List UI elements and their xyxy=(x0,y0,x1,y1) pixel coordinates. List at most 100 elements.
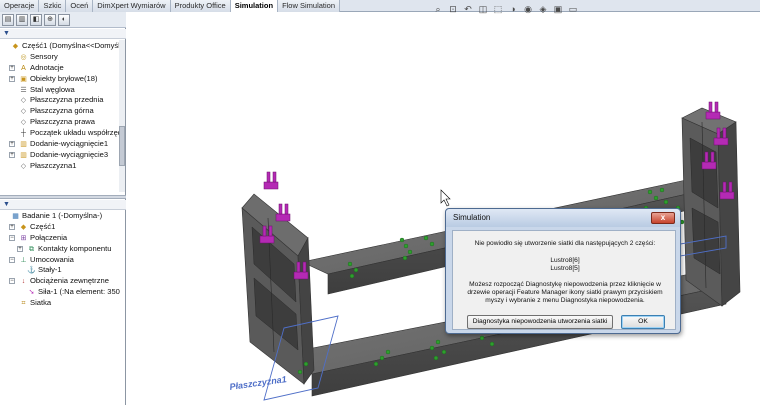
force-icon: ➘ xyxy=(28,289,35,297)
tree-item[interactable]: − ⊥ Umocowania xyxy=(0,255,120,266)
tree-expander-icon[interactable]: − xyxy=(9,234,15,241)
dialog-hint: drzewie operacji Feature Manager ikony s… xyxy=(467,289,663,296)
tab-szkic[interactable]: Szkic xyxy=(39,0,67,12)
mesh-icon: ⌗ xyxy=(21,300,26,308)
tree-item-label: Stal węglowa xyxy=(30,84,75,94)
tree-item-label: Płaszczyzna1 xyxy=(30,160,77,170)
tree-item[interactable]: ◇ Płaszczyzna górna xyxy=(0,106,120,117)
part-icon: ◆ xyxy=(12,43,19,50)
dialog-hint: myszy i wybranie z menu Diagnostyka niep… xyxy=(485,297,645,304)
tree-expander-icon[interactable]: + xyxy=(9,64,15,71)
failure-diagnostics-button[interactable]: Diagnostyka niepowodzenia utworzenia sia… xyxy=(467,315,613,329)
scrollbar-thumb[interactable] xyxy=(119,126,125,166)
tree-item-label: Płaszczyzna górna xyxy=(30,106,94,116)
tree-item-label: Sensory xyxy=(30,51,58,61)
tree-item[interactable]: ◆ Część1 (Domyślna<<Domyśln xyxy=(0,41,120,52)
dialog-message: Nie powiodło się utworzenie siatki dla n… xyxy=(474,240,656,247)
tree-item[interactable]: ⌗ Siatka xyxy=(0,298,120,309)
fixed-icon: ⚓ xyxy=(27,267,36,275)
mouse-cursor-icon xyxy=(440,189,451,207)
tree-item[interactable]: + ◆ Część1 xyxy=(0,222,120,233)
external-load-icon: ↓ xyxy=(21,278,26,286)
tab-flow-simulation[interactable]: Flow Simulation xyxy=(278,0,340,12)
tree-item-label: Część1 xyxy=(30,221,56,231)
dialog-hint: Możesz rozpocząć Diagnostykę niepowodzen… xyxy=(469,281,661,288)
tab-produkty-office[interactable]: Produkty Office xyxy=(170,0,231,12)
tree-item-label: Siatka xyxy=(30,298,52,308)
tree-item[interactable]: − ⊞ Połączenia xyxy=(0,233,120,244)
solid-bodies-icon: ▣ xyxy=(20,75,27,83)
sensor-icon: ◎ xyxy=(20,53,27,61)
tree-item-label: Płaszczyzna prawa xyxy=(30,117,95,127)
tree-item[interactable]: + ⧉ Kontakty komponentu xyxy=(0,244,120,255)
configuration-manager-tab-icon[interactable]: ◧ xyxy=(30,14,42,26)
filter-icon: ▼ xyxy=(3,201,10,208)
tree-item[interactable]: ◇ Płaszczyzna1 xyxy=(0,161,120,172)
tree-item-label: Umocowania xyxy=(30,254,74,264)
tree-expander-icon[interactable]: + xyxy=(9,75,15,82)
tree-item-label: Obciążenia zewnętrzne xyxy=(30,276,109,286)
tree-item[interactable]: ◇ Płaszczyzna przednia xyxy=(0,95,120,106)
tree-item-label: Dodanie-wyciągnięcie1 xyxy=(30,139,109,149)
failed-part: Lustro8[5] xyxy=(550,265,580,272)
tree-item-label: Początek układu współrzęd xyxy=(30,128,120,138)
plane-icon: ◇ xyxy=(20,119,27,127)
contact-icon: ⧉ xyxy=(29,245,34,253)
left-frame xyxy=(241,193,315,385)
tree-item[interactable]: − ↓ Obciążenia zewnętrzne xyxy=(0,276,120,287)
tree-item-label: Połączenia xyxy=(30,232,68,242)
tree-item-label: Kontakty komponentu xyxy=(38,243,112,253)
ok-button[interactable]: OK xyxy=(621,315,665,329)
tree-expander-icon[interactable]: + xyxy=(9,151,15,158)
tree-item[interactable]: + ▣ Obiekty bryłowe(18) xyxy=(0,74,120,85)
tree-expander-icon[interactable]: + xyxy=(9,141,15,148)
dialog-title: Simulation xyxy=(446,209,680,227)
failed-part: Lustro8[6] xyxy=(550,257,580,264)
right-frame xyxy=(681,107,741,307)
mesh-failure-dialog: Simulation x Nie powiodło się utworzenie… xyxy=(445,208,681,334)
tree-item[interactable]: ☰ Stal węglowa xyxy=(0,85,120,96)
tree-item[interactable]: ◇ Płaszczyzna prawa xyxy=(0,117,120,128)
connections-icon: ⊞ xyxy=(20,234,27,242)
feature-tree: ◆ Część1 (Domyślna<<Domyśln ◎ Sensory + A Adno… xyxy=(0,41,120,172)
tree-expander-icon[interactable]: + xyxy=(9,223,15,230)
tree-expander-icon[interactable]: − xyxy=(9,278,15,285)
command-manager-tabbar: Operacje Szkic Oceń DimXpert Wymiarów Produk… xyxy=(0,0,760,12)
tree-item[interactable]: ⚓ Stały-1 xyxy=(0,265,120,276)
feature-tree-scrollbar[interactable] xyxy=(119,40,125,192)
dimxpert-manager-tab-icon[interactable]: ⊕ xyxy=(44,14,56,26)
tree-item[interactable]: + A Adnotacje xyxy=(0,63,120,74)
display-manager-tab-icon[interactable]: ◐ xyxy=(58,14,70,26)
property-manager-tab-icon[interactable]: ▥ xyxy=(16,14,28,26)
feature-manager-toolbar: ▤ ▥ ◧ ⊕ ◐ xyxy=(0,12,126,28)
tree-item[interactable]: ┼ Początek układu współrzęd xyxy=(0,128,120,139)
tree-expander-icon[interactable]: − xyxy=(9,256,15,263)
tree-item-label: Płaszczyzna przednia xyxy=(30,95,104,105)
tab-operacje[interactable]: Operacje xyxy=(0,0,40,12)
tree-item[interactable]: + ▥ Dodanie-wyciągnięcie3 xyxy=(0,150,120,161)
panel-splitter[interactable] xyxy=(0,195,126,199)
simulation-tree-filter[interactable]: ▼ xyxy=(0,200,126,210)
tab-simulation[interactable]: Simulation xyxy=(230,0,279,12)
part-icon: ◆ xyxy=(20,223,27,231)
fixture-icon: ⊥ xyxy=(20,256,27,264)
feature-tree-tab-icon[interactable]: ▤ xyxy=(2,14,14,26)
extrude-icon: ▥ xyxy=(20,141,27,149)
filter-icon: ▼ xyxy=(3,30,10,37)
tree-item-label: Część1 (Domyślna<<Domyśln xyxy=(22,41,120,50)
tab-oceń[interactable]: Oceń xyxy=(66,0,94,12)
tab-dimxpert-wymiarów[interactable]: DimXpert Wymiarów xyxy=(93,0,171,12)
feature-tree-filter[interactable]: ▼ xyxy=(0,29,126,39)
study-icon: ▦ xyxy=(12,213,19,220)
origin-icon: ┼ xyxy=(21,130,26,138)
tree-item[interactable]: ➘Siła-1 (:Na element: 350000 xyxy=(0,287,120,298)
plane-icon: ◇ xyxy=(20,108,27,116)
tree-item[interactable]: ◎ Sensory xyxy=(0,52,120,63)
tree-item[interactable]: ▦ Badanie 1 (-Domyślna-) xyxy=(0,211,120,222)
tree-item[interactable]: + ▥ Dodanie-wyciągnięcie1 xyxy=(0,139,120,150)
close-icon[interactable]: x xyxy=(651,212,675,224)
tree-item-label: Badanie 1 (-Domyślna-) xyxy=(22,211,103,220)
tree-expander-icon[interactable]: + xyxy=(17,245,23,252)
tree-item-label: Dodanie-wyciągnięcie3 xyxy=(30,149,109,159)
feature-manager-panel: ▤ ▥ ◧ ⊕ ◐ ▼ ◆ Część1 (Domyślna<<Domyśln ◎ S… xyxy=(0,12,126,405)
